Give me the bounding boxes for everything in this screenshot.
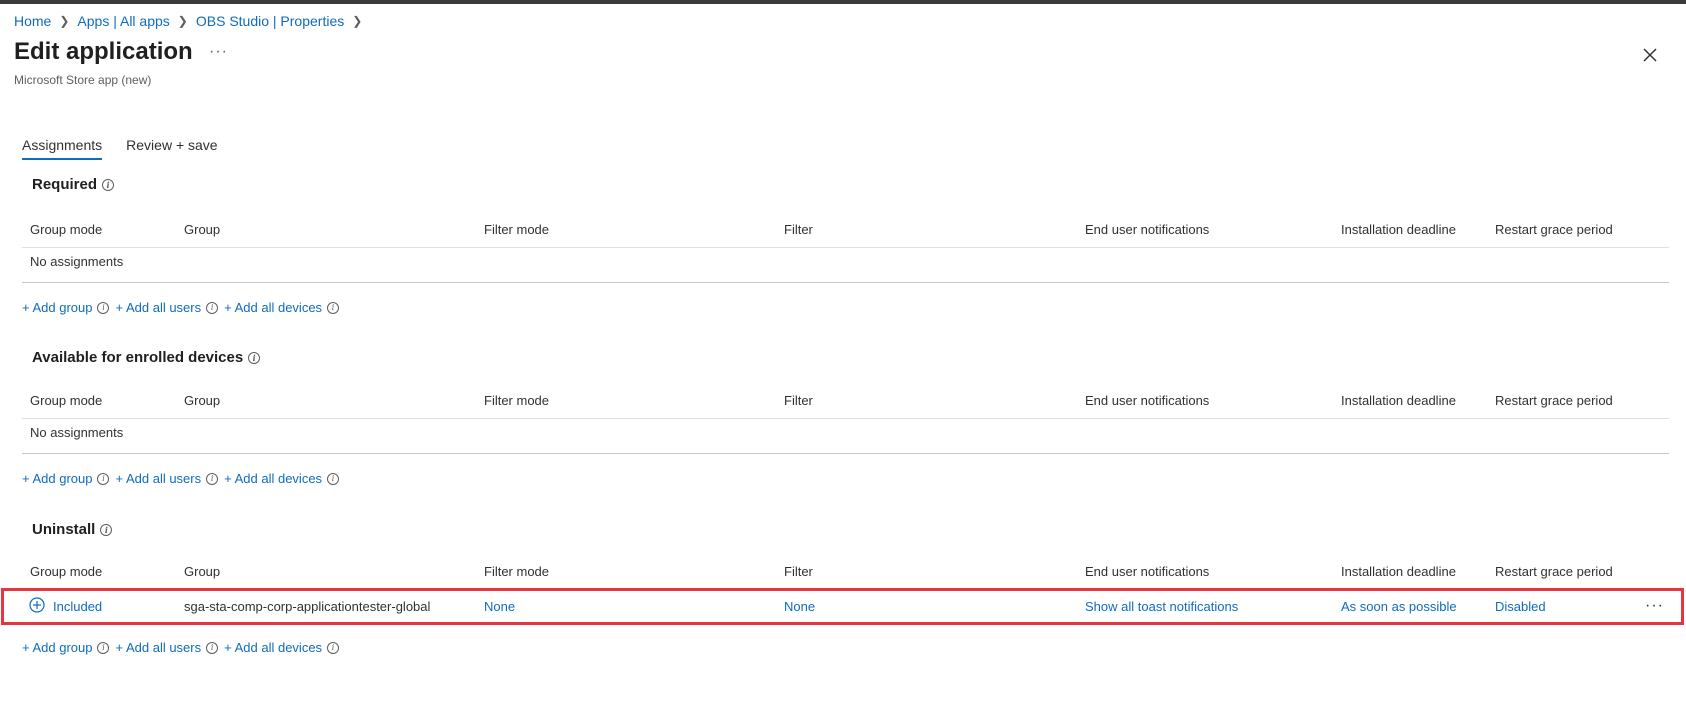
divider: [22, 453, 1669, 454]
tab-review-save[interactable]: Review + save: [126, 135, 217, 160]
available-add-actions: + Add group i + Add all users i + Add all …: [22, 471, 345, 486]
chevron-right-icon: ❯: [352, 14, 363, 28]
col-restart-grace-period[interactable]: Restart grace period: [1495, 564, 1613, 579]
section-title-available: Available for enrolled devices i: [32, 349, 261, 366]
add-group-link[interactable]: + Add group: [22, 640, 92, 655]
tab-bar: Assignments Review + save: [22, 135, 242, 160]
group-mode-link[interactable]: Included: [53, 599, 102, 614]
uninstall-add-actions: + Add group i + Add all users i + Add all …: [22, 640, 345, 655]
info-icon[interactable]: i: [327, 301, 340, 314]
col-group[interactable]: Group: [184, 393, 220, 408]
add-group-link[interactable]: + Add group: [22, 300, 92, 315]
col-restart-grace-period[interactable]: Restart grace period: [1495, 222, 1613, 237]
breadcrumb-properties[interactable]: OBS Studio | Properties: [196, 13, 344, 29]
section-title-text: Required: [32, 176, 98, 193]
info-icon[interactable]: i: [206, 301, 219, 314]
chevron-right-icon: ❯: [59, 14, 70, 28]
section-title-text: Available for enrolled devices: [32, 349, 244, 366]
info-icon[interactable]: i: [97, 472, 110, 485]
info-icon[interactable]: i: [206, 641, 219, 654]
col-filter-mode[interactable]: Filter mode: [484, 564, 549, 579]
col-group[interactable]: Group: [184, 564, 220, 579]
section-title-required: Required i: [32, 176, 115, 193]
empty-state-text: No assignments: [30, 425, 124, 440]
col-group[interactable]: Group: [184, 222, 220, 237]
add-group-link[interactable]: + Add group: [22, 471, 92, 486]
col-filter-mode[interactable]: Filter mode: [484, 393, 549, 408]
col-end-user-notifications[interactable]: End user notifications: [1085, 564, 1209, 579]
notifications-link[interactable]: Show all toast notifications: [1085, 599, 1238, 614]
breadcrumb: Home ❯ Apps | All apps ❯ OBS Studio | Pr…: [14, 13, 370, 29]
empty-state-text: No assignments: [30, 254, 124, 269]
group-name: sga-sta-comp-corp-applicationtester-glob…: [184, 599, 431, 614]
col-installation-deadline[interactable]: Installation deadline: [1341, 564, 1456, 579]
col-installation-deadline[interactable]: Installation deadline: [1341, 222, 1456, 237]
breadcrumb-all-apps[interactable]: Apps | All apps: [77, 13, 169, 29]
required-add-actions: + Add group i + Add all users i + Add all …: [22, 300, 345, 315]
divider: [22, 247, 1669, 248]
col-end-user-notifications[interactable]: End user notifications: [1085, 222, 1209, 237]
page-subtitle: Microsoft Store app (new): [14, 73, 152, 87]
info-icon[interactable]: i: [102, 178, 115, 191]
deadline-link[interactable]: As soon as possible: [1341, 599, 1457, 614]
col-group-mode[interactable]: Group mode: [30, 564, 102, 579]
tab-assignments[interactable]: Assignments: [22, 135, 103, 160]
col-filter[interactable]: Filter: [784, 393, 813, 408]
col-restart-grace-period[interactable]: Restart grace period: [1495, 393, 1613, 408]
info-icon[interactable]: i: [97, 641, 110, 654]
add-all-devices-link[interactable]: + Add all devices: [224, 640, 322, 655]
col-filter-mode[interactable]: Filter mode: [484, 222, 549, 237]
col-group-mode[interactable]: Group mode: [30, 393, 102, 408]
top-bar: [0, 0, 1686, 4]
divider: [22, 282, 1669, 283]
plus-circle-icon: [29, 597, 45, 613]
info-icon[interactable]: i: [327, 641, 340, 654]
col-filter[interactable]: Filter: [784, 222, 813, 237]
filter-link[interactable]: None: [784, 599, 815, 614]
chevron-right-icon: ❯: [177, 14, 188, 28]
breadcrumb-home[interactable]: Home: [14, 13, 51, 29]
add-all-devices-link[interactable]: + Add all devices: [224, 471, 322, 486]
page-title: Edit application: [14, 38, 193, 65]
close-icon[interactable]: [1641, 46, 1659, 64]
add-all-users-link[interactable]: + Add all users: [115, 471, 201, 486]
restart-grace-link[interactable]: Disabled: [1495, 599, 1546, 614]
add-all-users-link[interactable]: + Add all users: [115, 300, 201, 315]
col-filter[interactable]: Filter: [784, 564, 813, 579]
col-end-user-notifications[interactable]: End user notifications: [1085, 393, 1209, 408]
info-icon[interactable]: i: [100, 523, 113, 536]
divider: [22, 418, 1669, 419]
info-icon[interactable]: i: [248, 351, 261, 364]
info-icon[interactable]: i: [206, 472, 219, 485]
row-more-icon[interactable]: ···: [1645, 597, 1664, 615]
add-all-devices-link[interactable]: + Add all devices: [224, 300, 322, 315]
more-options-icon[interactable]: ···: [209, 43, 228, 61]
section-title-text: Uninstall: [32, 521, 96, 538]
section-title-uninstall: Uninstall i: [32, 521, 113, 538]
filter-mode-link[interactable]: None: [484, 599, 515, 614]
info-icon[interactable]: i: [327, 472, 340, 485]
add-all-users-link[interactable]: + Add all users: [115, 640, 201, 655]
col-group-mode[interactable]: Group mode: [30, 222, 102, 237]
info-icon[interactable]: i: [97, 301, 110, 314]
col-installation-deadline[interactable]: Installation deadline: [1341, 393, 1456, 408]
